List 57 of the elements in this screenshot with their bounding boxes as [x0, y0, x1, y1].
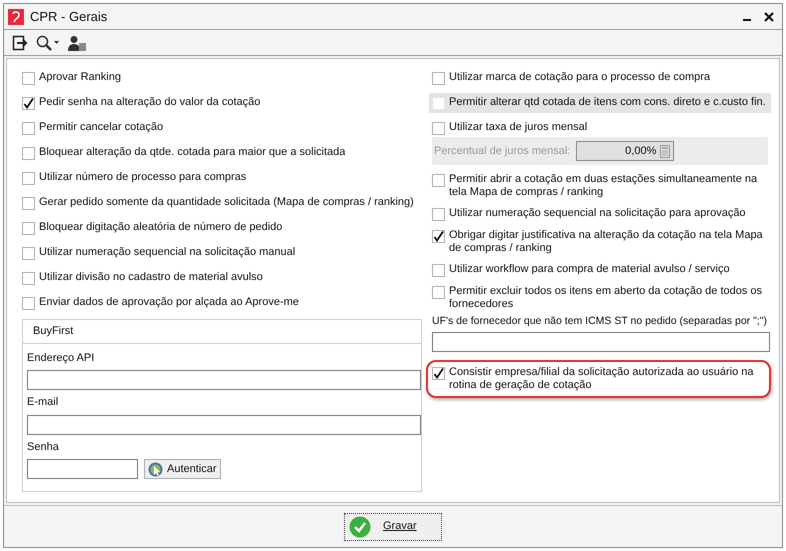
option-label: Aprovar Ranking: [39, 71, 121, 84]
option-label: Utilizar numeração sequencial na solicitação para aprovação: [449, 207, 746, 220]
save-button[interactable]: Gravar: [344, 512, 442, 540]
checkbox[interactable]: [432, 367, 445, 380]
option-label: Permitir excluir todos os itens em aberto da cotação de todos os fornecedores: [449, 285, 764, 311]
option-label: Utilizar número de processo para compras: [39, 171, 246, 184]
percent-label: Percentual de juros mensal:: [434, 144, 570, 159]
exit-icon[interactable]: [12, 34, 28, 50]
option-label: Utilizar numeração sequencial na solicitação manual: [39, 246, 296, 259]
checkbox[interactable]: [432, 264, 445, 277]
checkbox[interactable]: [432, 174, 445, 187]
checkbox[interactable]: [22, 122, 35, 135]
field-label: Endereço API: [27, 350, 96, 366]
option-label: Bloquear digitação aleatória de número de pedido: [39, 221, 282, 234]
option-label: Utilizar taxa de juros mensal: [449, 121, 588, 134]
option-label: Permitir abrir a cotação em duas estações simultaneamente na tela Mapa de compras / ranking: [449, 173, 758, 199]
checkbox[interactable]: [22, 172, 35, 185]
globe-cursor-icon: [148, 462, 163, 476]
checkbox[interactable]: [22, 197, 35, 210]
option-label: Permitir alterar qtd cotada de itens com cons. direto e c.custo fin.: [449, 96, 766, 109]
text-field[interactable]: [27, 414, 421, 434]
close-icon[interactable]: [764, 12, 774, 22]
authenticate-button[interactable]: Autenticar: [144, 459, 221, 479]
option-label: Pedir senha na alteração do valor da cotação: [39, 96, 260, 109]
panel-title: BuyFirst: [23, 320, 421, 344]
checkbox[interactable]: [432, 122, 445, 135]
field-label: UF's de fornecedor que não tem ICMS ST no pedido (separadas por ";"): [432, 315, 768, 328]
app-logo-icon: [8, 8, 24, 24]
field-label: E-mail: [27, 395, 60, 410]
checkbox[interactable]: [22, 272, 35, 285]
checkbox[interactable]: [22, 147, 35, 160]
option-label: Permitir cancelar cotação: [39, 121, 164, 134]
option-label: Utilizar marca de cotação para o processo de compra: [449, 71, 710, 84]
checkbox[interactable]: [22, 222, 35, 235]
option-label: Utilizar workflow para compra de material avulso / serviço: [449, 263, 730, 276]
checkbox[interactable]: [432, 230, 445, 243]
user-icon[interactable]: [68, 34, 86, 50]
window-title: CPR - Gerais: [30, 8, 108, 26]
text-field[interactable]: [27, 370, 421, 390]
option-label: Obrigar digitar justificativa na alteração da cotação na tela Mapa de compras / ranking: [449, 229, 764, 255]
option-label: Enviar dados de aprovação por alçada ao Aprove-me: [39, 296, 299, 309]
checkbox[interactable]: [22, 97, 35, 110]
search-icon[interactable]: [36, 34, 60, 50]
option-label: Bloquear alteração da qtde. cotada para maior que a solicitada: [39, 146, 346, 159]
option-label: Consistir empresa/filial da solicitação autorizada ao usuário na rotina de geração de cotação: [449, 366, 754, 392]
checkbox[interactable]: [22, 297, 35, 310]
field-label: Senha: [27, 440, 60, 454]
text-field[interactable]: [432, 332, 770, 352]
checkbox[interactable]: [22, 72, 35, 85]
checkbox[interactable]: [432, 208, 445, 221]
checkbox[interactable]: [22, 247, 35, 260]
checkbox[interactable]: [432, 286, 445, 299]
checkbox[interactable]: [432, 72, 445, 85]
option-label: Gerar pedido somente da quantidade solicitada (Mapa de compras / ranking): [39, 196, 414, 209]
checkmark-icon: [349, 516, 371, 538]
option-label: Utilizar divisão no cadastro de material avulso: [39, 271, 263, 284]
password-field[interactable]: [27, 459, 138, 479]
